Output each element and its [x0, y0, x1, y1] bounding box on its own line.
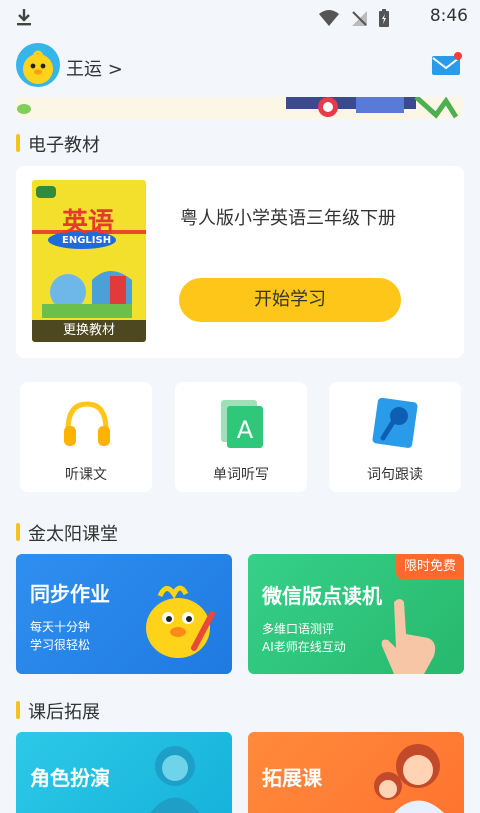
- avatar[interactable]: [16, 43, 60, 87]
- download-icon: [14, 7, 34, 31]
- no-signal-icon: [350, 9, 368, 31]
- extension-course-card[interactable]: 拓展课: [248, 732, 464, 813]
- feature-label: 词句跟读: [367, 467, 423, 483]
- change-textbook-label[interactable]: 更换教材: [32, 320, 146, 342]
- microphone-icon: [369, 396, 423, 450]
- status-bar: 8:46: [0, 0, 480, 34]
- headphones-icon: [60, 396, 114, 450]
- wifi-icon: [318, 9, 340, 31]
- textbook-cover[interactable]: 英语 ENGLISH 更换教材: [32, 180, 146, 342]
- feature-label: 听课文: [65, 467, 107, 483]
- section-title-textbook: 电子教材: [16, 131, 100, 157]
- section-title-extension: 课后拓展: [16, 698, 100, 724]
- card-title: 同步作业: [30, 582, 110, 606]
- card-title: 拓展课: [262, 766, 322, 790]
- svg-text:A: A: [237, 416, 254, 444]
- card-line: 多维口语测评: [262, 622, 335, 636]
- feature-word-dictation[interactable]: A 单词听写: [175, 382, 307, 492]
- feature-label: 单词听写: [213, 467, 269, 483]
- card-title: 角色扮演: [30, 766, 110, 790]
- sync-homework-card[interactable]: 同步作业 每天十分钟 学习很轻松: [16, 554, 232, 674]
- cover-subtitle: ENGLISH: [62, 235, 112, 246]
- cover-title: 英语: [62, 208, 115, 238]
- feature-sentence-repeat[interactable]: 词句跟读: [329, 382, 461, 492]
- header: 王运 >: [0, 40, 480, 92]
- duck-mascot-icon: [146, 585, 215, 658]
- textbook-card: 英语 ENGLISH 更换教材 粤人版小学英语三年级下册 开始学习: [16, 166, 464, 358]
- textbook-title: 粤人版小学英语三年级下册: [180, 208, 396, 229]
- role-play-card[interactable]: 角色扮演: [16, 732, 232, 813]
- family-illustration: [374, 744, 444, 813]
- banner-image[interactable]: [16, 97, 464, 119]
- letter-card-icon: A: [215, 396, 269, 450]
- section-title-classroom: 金太阳课堂: [16, 520, 118, 546]
- battery-charging-icon: [378, 8, 390, 32]
- girl-illustration: [150, 746, 200, 813]
- card-title: 微信版点读机: [262, 584, 382, 608]
- username-link[interactable]: 王运 >: [66, 55, 123, 81]
- free-badge: 限时免费: [396, 554, 464, 580]
- wechat-reader-card[interactable]: 微信版点读机 多维口语测评 AI老师在线互动 限时免费: [248, 554, 464, 674]
- start-learning-button[interactable]: 开始学习: [179, 278, 401, 322]
- pointing-hand-icon: [381, 599, 436, 674]
- feature-listen-text[interactable]: 听课文: [20, 382, 152, 492]
- card-line: 学习很轻松: [30, 638, 91, 652]
- card-line: AI老师在线互动: [262, 640, 346, 654]
- mail-icon[interactable]: [432, 52, 462, 76]
- clock: 8:46: [429, 6, 468, 26]
- card-line: 每天十分钟: [30, 620, 91, 634]
